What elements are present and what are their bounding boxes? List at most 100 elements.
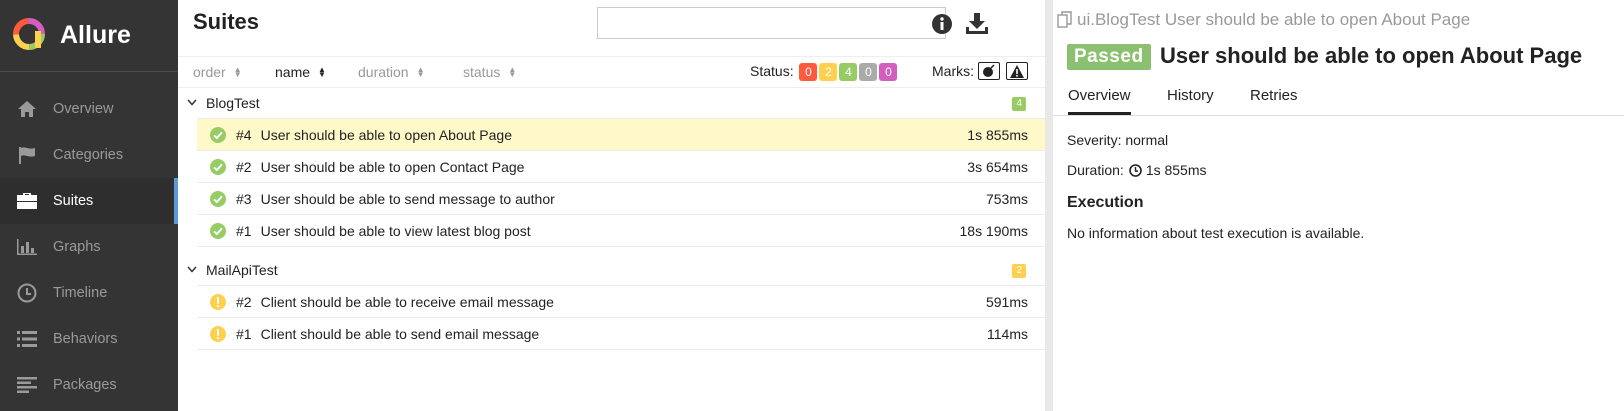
flaky-mark-button[interactable]: [978, 62, 1000, 80]
breadcrumb[interactable]: ui.BlogTest User should be able to open …: [1057, 10, 1470, 30]
execution-heading: Execution: [1067, 194, 1144, 211]
brand[interactable]: Allure: [0, 0, 178, 72]
sort-status-label: status: [463, 64, 501, 80]
test-number: #2: [236, 293, 252, 310]
sidebar-item-behaviors[interactable]: Behaviors: [0, 316, 178, 362]
group-spacer: [197, 246, 1045, 255]
suite-group-name: BlogTest: [206, 95, 260, 111]
exclamation-circle-icon: [209, 293, 227, 311]
sidebar-item-categories[interactable]: Categories: [0, 132, 178, 178]
search-input[interactable]: [597, 7, 946, 39]
test-name: Client should be able to receive email m…: [260, 293, 554, 310]
test-number: #2: [236, 158, 252, 175]
sidebar-item-timeline[interactable]: Timeline: [0, 270, 178, 316]
test-row[interactable]: #1 Client should be able to send email me…: [197, 317, 1045, 349]
exclamation-circle-icon: [209, 325, 227, 343]
test-name: User should be able to view latest blog …: [260, 222, 531, 239]
page-title: Suites: [193, 9, 260, 34]
status-count-badge[interactable]: 0: [799, 63, 818, 81]
sidebar-item-suites[interactable]: Suites: [0, 178, 178, 224]
status-count-badge[interactable]: 4: [839, 63, 858, 81]
info-icon[interactable]: [932, 14, 952, 37]
bar-chart-icon: [16, 236, 38, 258]
duration-line: Duration: 1s 855ms: [1067, 162, 1207, 178]
check-circle-icon: [209, 158, 227, 176]
status-badges: 02400: [797, 63, 898, 81]
test-title: User should be able to open About Page: [1160, 43, 1583, 68]
suite-group-header[interactable]: MailApiTest 2: [178, 255, 1045, 285]
test-duration: 1s 855ms: [967, 126, 1028, 143]
suite-group-header[interactable]: BlogTest 4: [178, 88, 1045, 118]
suite-group-name: MailApiTest: [206, 262, 278, 278]
test-number: #4: [236, 126, 252, 143]
status-filter-label: Status:: [750, 63, 794, 79]
chevron-down-icon: [187, 264, 201, 276]
suites-pane: Suites order ▲ ▼ name ▲ ▼ duration ▲ ▼ stat…: [178, 0, 1053, 411]
status-count-badge[interactable]: 0: [859, 63, 878, 81]
status-count-badge[interactable]: 0: [879, 63, 898, 81]
app-name: Allure: [60, 21, 131, 49]
sidebar-item-label: Overview: [53, 101, 114, 117]
execution-text: No information about test execution is a…: [1067, 225, 1365, 241]
sidebar: Allure Overview Categories Suites Graphs Tim…: [0, 0, 178, 411]
sort-duration-label: duration: [358, 64, 409, 80]
sort-arrows-icon: ▲ ▼: [318, 65, 326, 79]
status-badge: Passed: [1067, 44, 1151, 70]
detail-tabs: Overview History Retries: [1053, 80, 1624, 116]
status-filter: Status: 02400: [750, 63, 898, 81]
allure-logo-icon: [12, 17, 46, 54]
copy-icon[interactable]: [1057, 11, 1073, 29]
test-duration: 753ms: [985, 190, 1028, 207]
severity-line: Severity: normal: [1067, 132, 1169, 148]
sidebar-item-overview[interactable]: Overview: [0, 86, 178, 132]
suites-header: Suites: [178, 0, 1045, 56]
test-name: Client should be able to send email mess…: [260, 325, 540, 342]
clock-icon: [1129, 163, 1142, 177]
sidebar-item-label: Timeline: [53, 285, 108, 301]
duration-label: Duration:: [1067, 162, 1124, 178]
sidebar-item-label: Suites: [53, 193, 94, 209]
new-failed-mark-button[interactable]: [1006, 62, 1028, 80]
sort-arrows-icon: ▲ ▼: [416, 65, 425, 79]
test-row[interactable]: #4 User should be able to open About Page…: [197, 118, 1045, 150]
tab-overview[interactable]: Overview: [1068, 87, 1131, 115]
status-count-badge[interactable]: 2: [819, 63, 838, 81]
sort-bar: order ▲ ▼ name ▲ ▼ duration ▲ ▼ status ▲ ▼ S…: [178, 56, 1045, 88]
test-name: User should be able to send message to a…: [260, 190, 555, 207]
home-icon: [16, 98, 38, 120]
suite-group-count: 4: [1012, 97, 1026, 111]
test-row[interactable]: #2 Client should be able to receive email…: [197, 285, 1045, 317]
check-circle-icon: [209, 222, 227, 240]
check-circle-icon: [209, 190, 227, 208]
test-row[interactable]: #2 User should be able to open Contact Pa…: [197, 150, 1045, 182]
test-row[interactable]: #3 User should be able to send message to…: [197, 182, 1045, 214]
test-duration: 18s 190ms: [959, 222, 1028, 239]
sidebar-item-label: Behaviors: [53, 331, 118, 347]
test-name: User should be able to open Contact Page: [260, 158, 525, 175]
test-number: #3: [236, 190, 252, 207]
sort-duration[interactable]: duration ▲ ▼: [358, 64, 425, 80]
list-icon: [16, 328, 38, 350]
flag-icon: [16, 144, 38, 166]
sidebar-nav: Overview Categories Suites Graphs Timeline Be…: [0, 72, 178, 408]
tab-history[interactable]: History: [1167, 87, 1214, 112]
tab-retries[interactable]: Retries: [1250, 87, 1298, 112]
sort-status[interactable]: status ▲ ▼: [463, 64, 516, 80]
sort-order-label: order: [193, 64, 226, 80]
sort-order[interactable]: order ▲ ▼: [193, 64, 242, 80]
align-left-icon: [16, 374, 38, 396]
download-icon[interactable]: [965, 13, 989, 38]
test-number: #1: [236, 222, 252, 239]
marks-filter-label: Marks:: [932, 63, 974, 79]
sidebar-item-graphs[interactable]: Graphs: [0, 224, 178, 270]
test-number: #1: [236, 325, 252, 342]
sidebar-item-packages[interactable]: Packages: [0, 362, 178, 408]
test-detail-pane: ui.BlogTest User should be able to open …: [1053, 0, 1624, 411]
test-row[interactable]: #1 User should be able to view latest blo…: [197, 214, 1045, 246]
breadcrumb-text: ui.BlogTest User should be able to open …: [1077, 10, 1471, 29]
sidebar-item-label: Graphs: [53, 239, 101, 255]
sort-name[interactable]: name ▲ ▼: [275, 64, 326, 80]
sidebar-item-label: Categories: [53, 147, 124, 163]
sort-arrows-icon: ▲ ▼: [233, 65, 242, 79]
test-duration: 3s 654ms: [967, 158, 1028, 175]
